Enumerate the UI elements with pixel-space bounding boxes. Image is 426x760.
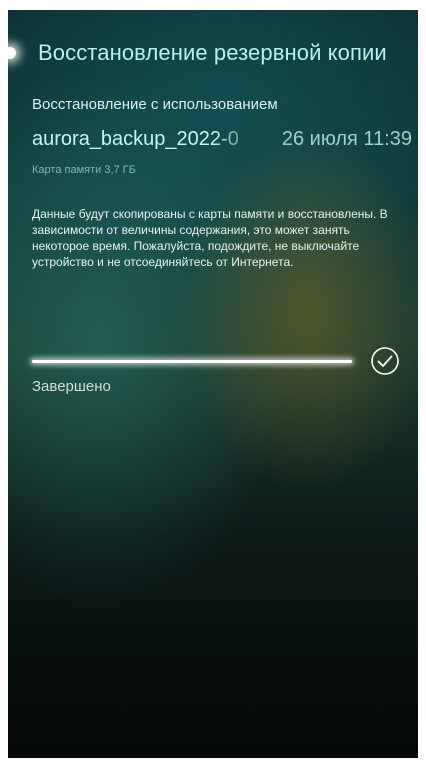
backup-file-name: aurora_backup_2022-0	[32, 128, 239, 150]
progress-row	[32, 346, 414, 380]
progress-bar-fill	[32, 360, 352, 363]
progress-bar	[32, 360, 352, 363]
pulley-menu-indicator-icon[interactable]	[8, 47, 16, 59]
storage-info: Карта памяти 3,7 ГБ	[32, 164, 136, 176]
backup-file-row: aurora_backup_2022-0 26 июля 11:39	[32, 128, 414, 156]
restore-backup-screen: Восстановление резервной копии Восстанов…	[8, 10, 418, 758]
page-title: Восстановление резервной копии	[38, 40, 387, 65]
check-circle-icon	[371, 347, 399, 375]
backup-file-date: 26 июля 11:39	[281, 128, 412, 150]
restore-source-label: Восстановление с использованием	[32, 96, 278, 113]
progress-status-label: Завершено	[32, 378, 111, 395]
restore-description: Данные будут скопированы с карты памяти …	[32, 207, 388, 269]
